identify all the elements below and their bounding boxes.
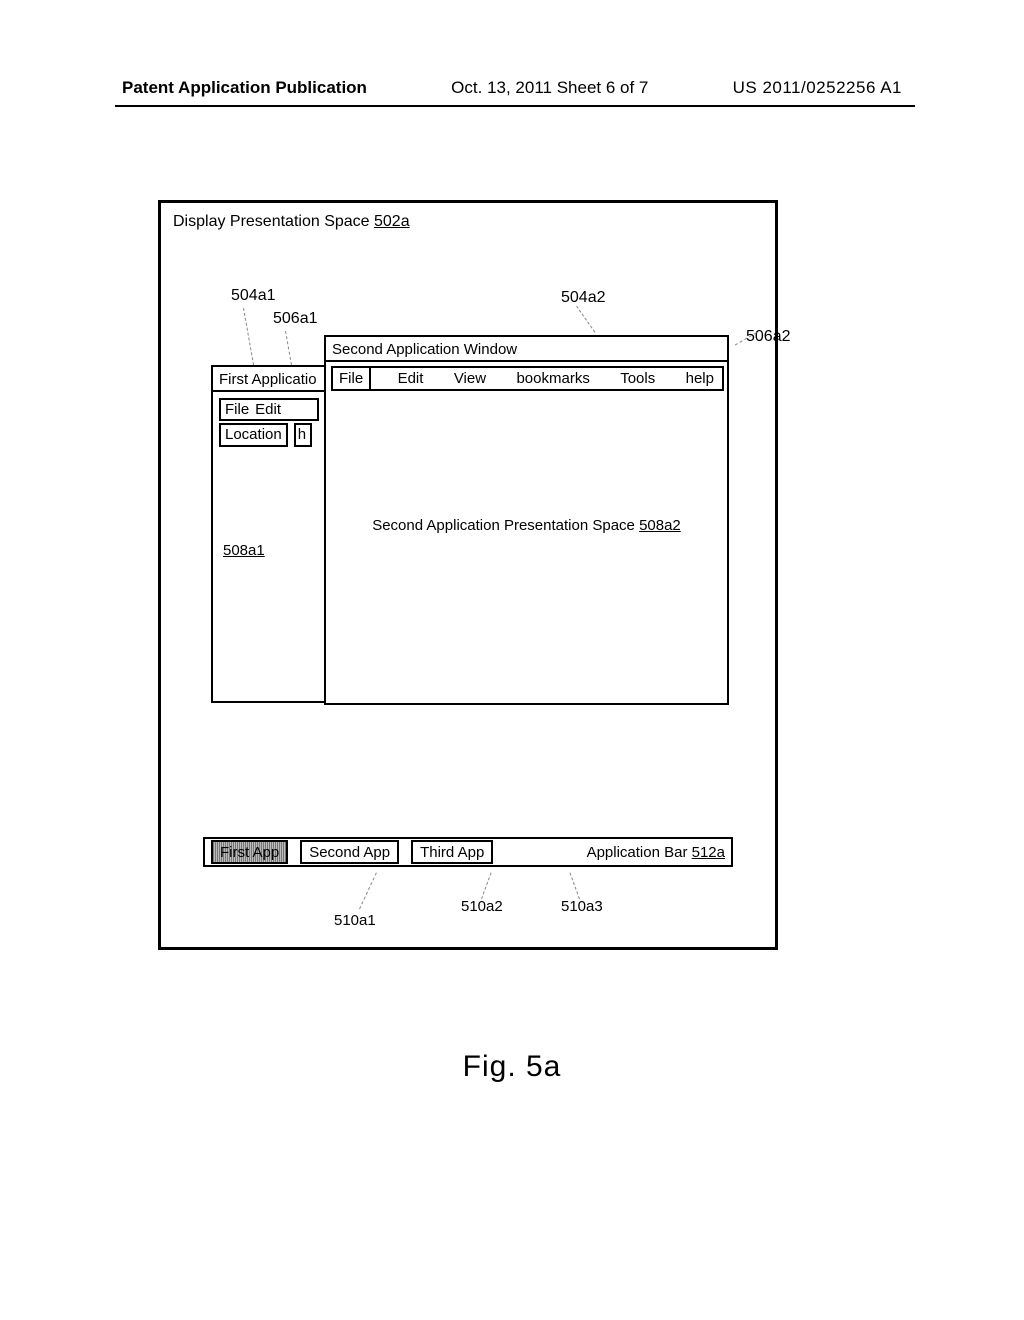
application-bar-label: Application Bar 512a: [587, 844, 725, 861]
menu-file[interactable]: File: [225, 401, 249, 418]
leader-510a2: [481, 873, 492, 900]
taskbar-first-app[interactable]: First App: [211, 840, 288, 864]
second-app-titlebar[interactable]: Second Application Window: [326, 337, 727, 362]
callout-510a2: 510a2: [461, 898, 503, 915]
url-box[interactable]: h: [294, 423, 312, 447]
ref-512a: 512a: [692, 844, 725, 861]
menu-bookmarks[interactable]: bookmarks: [516, 370, 589, 387]
second-app-content-label: Second Application Presentation Space 50…: [326, 517, 727, 534]
header-center: Oct. 13, 2011 Sheet 6 of 7: [451, 78, 648, 98]
callout-504a1: 504a1: [231, 287, 276, 305]
menu-edit[interactable]: Edit: [398, 370, 424, 387]
menu-edit[interactable]: Edit: [255, 401, 281, 418]
callout-504a2: 504a2: [561, 289, 606, 307]
menu-help[interactable]: help: [686, 370, 714, 387]
leader-504a2: [576, 306, 595, 333]
menu-location[interactable]: Location: [219, 423, 288, 447]
header-left: Patent Application Publication: [122, 78, 367, 98]
ref-502a: 502a: [374, 213, 410, 230]
display-space-title-text: Display Presentation Space: [173, 213, 374, 230]
first-app-menu-row1: File Edit: [219, 398, 319, 421]
figure-caption: Fig. 5a: [0, 1050, 1024, 1084]
menu-file[interactable]: File: [331, 366, 371, 391]
ref-508a1: 508a1: [223, 542, 265, 559]
display-presentation-space: Display Presentation Space 502a 504a1 50…: [158, 200, 778, 950]
display-space-title: Display Presentation Space 502a: [173, 213, 410, 231]
taskbar-second-app[interactable]: Second App: [300, 840, 399, 864]
application-bar: First App Second App Third App Applicati…: [203, 837, 733, 867]
ref-508a2: 508a2: [639, 517, 681, 534]
menu-tools[interactable]: Tools: [620, 370, 655, 387]
callout-510a1: 510a1: [334, 912, 376, 929]
callout-510a3: 510a3: [561, 898, 603, 915]
leader-510a1: [359, 873, 377, 910]
leader-510a3: [569, 873, 580, 900]
second-application-window[interactable]: Second Application Window File Edit View…: [324, 335, 729, 705]
second-app-content-text: Second Application Presentation Space: [372, 517, 639, 534]
menu-view[interactable]: View: [454, 370, 486, 387]
header-rule: [115, 105, 915, 107]
second-app-menubar: File Edit View bookmarks Tools help: [331, 366, 724, 391]
header-right: US 2011/0252256 A1: [733, 78, 902, 98]
callout-506a1: 506a1: [273, 310, 318, 328]
taskbar-third-app[interactable]: Third App: [411, 840, 493, 864]
app-bar-label-text: Application Bar: [587, 844, 692, 861]
page-header: Patent Application Publication Oct. 13, …: [0, 78, 1024, 98]
